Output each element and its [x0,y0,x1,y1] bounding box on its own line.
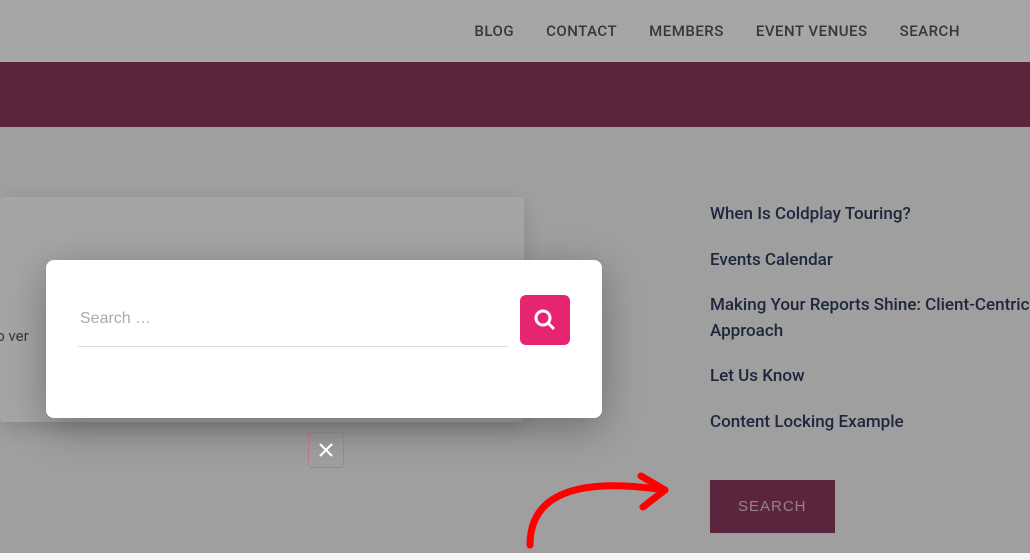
search-input[interactable] [78,292,508,347]
search-modal [46,260,602,418]
search-icon [533,308,557,332]
close-icon [317,441,335,459]
search-submit-button[interactable] [520,295,570,345]
close-button[interactable] [308,432,344,468]
